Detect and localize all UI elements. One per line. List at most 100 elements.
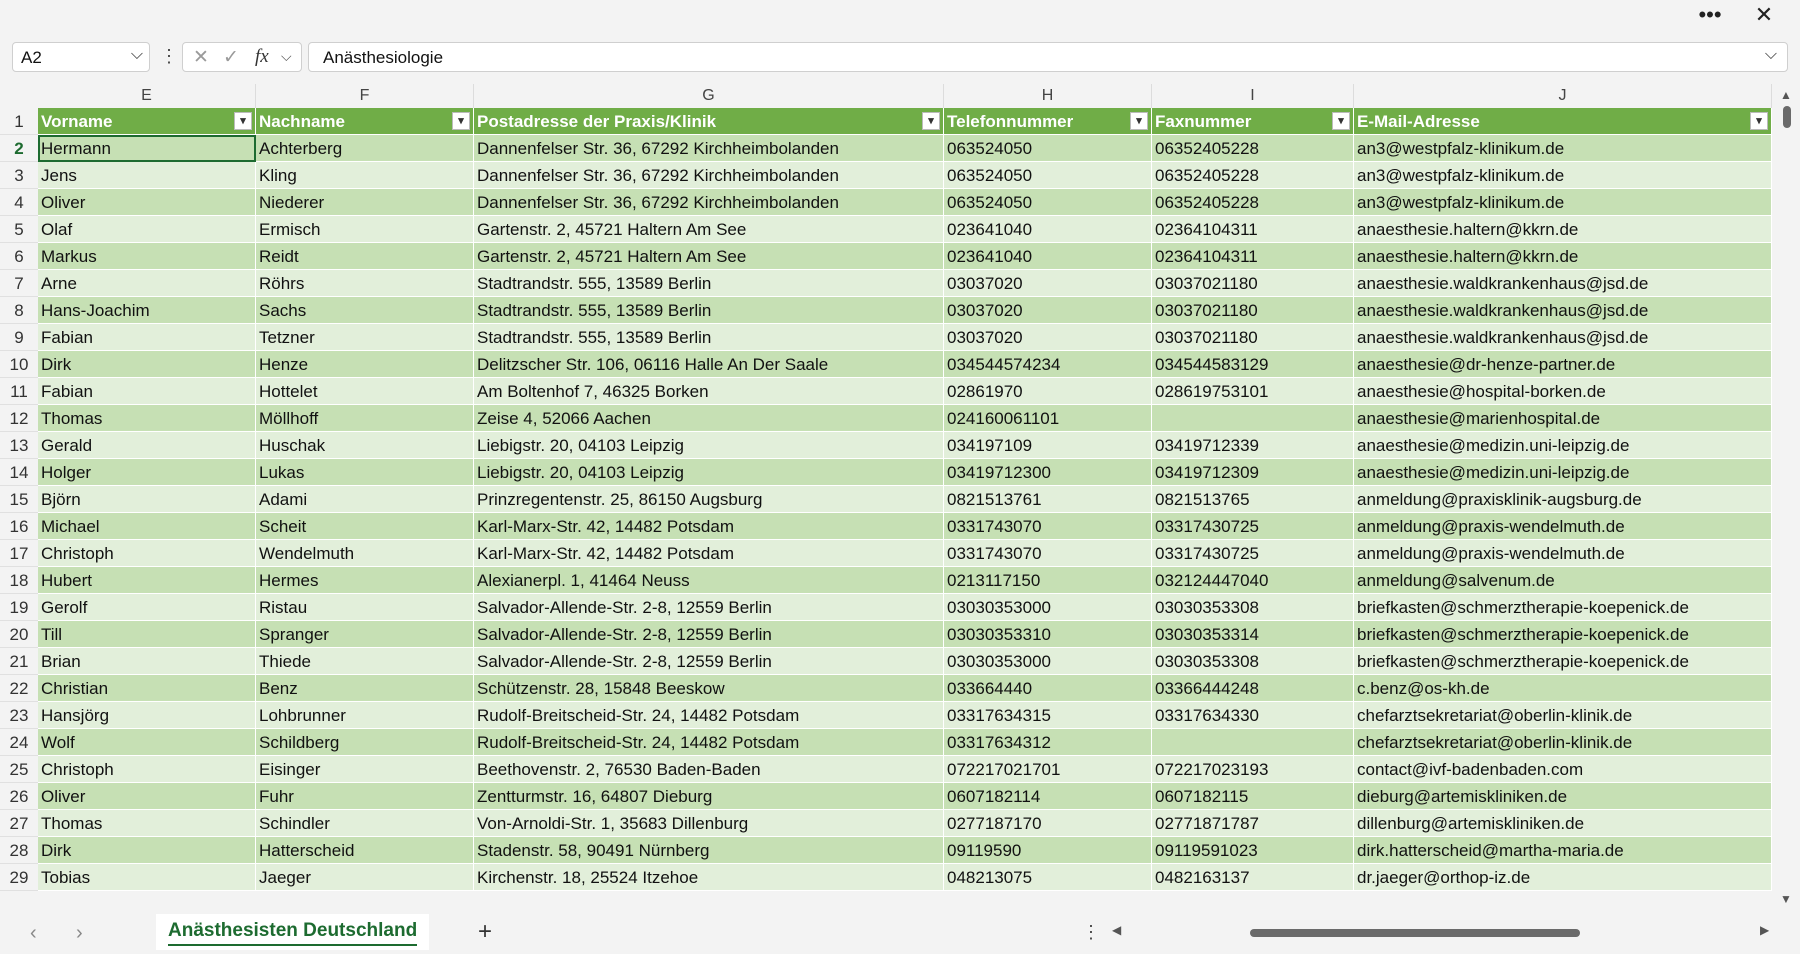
more-options-icon[interactable]: •••	[1694, 2, 1726, 28]
vertical-scroll-thumb[interactable]	[1783, 106, 1791, 128]
table-cell[interactable]: 072217023193	[1152, 756, 1354, 783]
table-cell[interactable]: Hans-Joachim	[38, 297, 256, 324]
vertical-dots-icon[interactable]: ⋮	[1082, 922, 1100, 943]
table-cell[interactable]: Gartenstr. 2, 45721 Haltern Am See	[474, 243, 944, 270]
table-cell[interactable]: Michael	[38, 513, 256, 540]
table-cell[interactable]: Stadtrandstr. 555, 13589 Berlin	[474, 297, 944, 324]
table-cell[interactable]: Thomas	[38, 810, 256, 837]
next-sheet-icon[interactable]: ›	[76, 922, 83, 945]
table-cell[interactable]: Hubert	[38, 567, 256, 594]
scroll-right-icon[interactable]: ▶	[1760, 923, 1769, 937]
row-header[interactable]: 4	[0, 189, 38, 216]
row-header[interactable]: 25	[0, 756, 38, 783]
filter-dropdown-icon[interactable]: ▾	[1130, 112, 1148, 130]
add-sheet-button[interactable]: +	[478, 918, 492, 946]
table-cell[interactable]: Tobias	[38, 864, 256, 891]
table-cell[interactable]: Schildberg	[256, 729, 474, 756]
table-cell[interactable]: dillenburg@artemiskliniken.de	[1354, 810, 1772, 837]
table-cell[interactable]: 0821513761	[944, 486, 1152, 513]
filter-dropdown-icon[interactable]: ▾	[1332, 112, 1350, 130]
table-cell[interactable]: Benz	[256, 675, 474, 702]
table-cell[interactable]: Gerald	[38, 432, 256, 459]
table-cell[interactable]: 03317430725	[1152, 513, 1354, 540]
header-cell[interactable]: Telefonnummer ▾	[944, 108, 1152, 135]
row-header[interactable]: 10	[0, 351, 38, 378]
column-header-i[interactable]: I	[1152, 84, 1354, 108]
table-cell[interactable]: anaesthesie.waldkrankenhaus@jsd.de	[1354, 297, 1772, 324]
table-cell[interactable]: Olaf	[38, 216, 256, 243]
header-cell[interactable]: Faxnummer ▾	[1152, 108, 1354, 135]
row-header[interactable]: 15	[0, 486, 38, 513]
table-cell[interactable]: briefkasten@schmerztherapie-koepenick.de	[1354, 594, 1772, 621]
table-cell[interactable]: Hatterscheid	[256, 837, 474, 864]
table-cell[interactable]: 023641040	[944, 216, 1152, 243]
table-cell[interactable]: Salvador-Allende-Str. 2-8, 12559 Berlin	[474, 621, 944, 648]
table-cell[interactable]: 03419712339	[1152, 432, 1354, 459]
table-cell[interactable]: 034544574234	[944, 351, 1152, 378]
table-cell[interactable]: Jens	[38, 162, 256, 189]
table-cell[interactable]: 03317634315	[944, 702, 1152, 729]
table-cell[interactable]: 03366444248	[1152, 675, 1354, 702]
table-cell[interactable]: Dannenfelser Str. 36, 67292 Kirchheimbol…	[474, 189, 944, 216]
table-cell[interactable]: 03317634312	[944, 729, 1152, 756]
header-cell[interactable]: Vorname ▾	[38, 108, 256, 135]
table-cell[interactable]: 03037021180	[1152, 324, 1354, 351]
table-cell[interactable]: Oliver	[38, 783, 256, 810]
table-cell[interactable]: Prinzregentenstr. 25, 86150 Augsburg	[474, 486, 944, 513]
row-header[interactable]: 11	[0, 378, 38, 405]
table-cell[interactable]: Am Boltenhof 7, 46325 Borken	[474, 378, 944, 405]
table-cell[interactable]	[1152, 729, 1354, 756]
table-cell[interactable]: Brian	[38, 648, 256, 675]
table-cell[interactable]: 0607182115	[1152, 783, 1354, 810]
chevron-down-icon[interactable]: ⌵	[131, 46, 143, 64]
table-cell[interactable]: 023641040	[944, 243, 1152, 270]
table-cell[interactable]: Salvador-Allende-Str. 2-8, 12559 Berlin	[474, 648, 944, 675]
table-cell[interactable]: Zeise 4, 52066 Aachen	[474, 405, 944, 432]
table-cell[interactable]: Thomas	[38, 405, 256, 432]
table-cell[interactable]: Oliver	[38, 189, 256, 216]
table-cell[interactable]: 0607182114	[944, 783, 1152, 810]
row-header[interactable]: 7	[0, 270, 38, 297]
table-cell[interactable]: Gerolf	[38, 594, 256, 621]
table-cell[interactable]: Stadenstr. 58, 90491 Nürnberg	[474, 837, 944, 864]
table-cell[interactable]: dirk.hatterscheid@martha-maria.de	[1354, 837, 1772, 864]
table-cell[interactable]: Fabian	[38, 378, 256, 405]
table-cell[interactable]: anaesthesie.waldkrankenhaus@jsd.de	[1354, 270, 1772, 297]
table-cell[interactable]: 02364104311	[1152, 243, 1354, 270]
row-header[interactable]: 22	[0, 675, 38, 702]
table-cell[interactable]: Schindler	[256, 810, 474, 837]
table-cell[interactable]: Salvador-Allende-Str. 2-8, 12559 Berlin	[474, 594, 944, 621]
table-cell[interactable]: 034544583129	[1152, 351, 1354, 378]
close-icon[interactable]: ✕	[1748, 2, 1780, 28]
table-cell[interactable]: an3@westpfalz-klinikum.de	[1354, 162, 1772, 189]
table-cell[interactable]: Holger	[38, 459, 256, 486]
table-cell[interactable]: Markus	[38, 243, 256, 270]
row-header[interactable]: 20	[0, 621, 38, 648]
table-cell[interactable]: 063524050	[944, 135, 1152, 162]
table-cell[interactable]: Liebigstr. 20, 04103 Leipzig	[474, 432, 944, 459]
row-header[interactable]: 18	[0, 567, 38, 594]
table-cell[interactable]: 03317430725	[1152, 540, 1354, 567]
table-cell[interactable]: Kirchenstr. 18, 25524 Itzehoe	[474, 864, 944, 891]
table-cell[interactable]: 09119590	[944, 837, 1152, 864]
column-header-g[interactable]: G	[474, 84, 944, 108]
table-cell[interactable]: 0821513765	[1152, 486, 1354, 513]
filter-dropdown-icon[interactable]: ▾	[922, 112, 940, 130]
table-cell[interactable]: 02771871787	[1152, 810, 1354, 837]
table-cell[interactable]: Scheit	[256, 513, 474, 540]
table-cell[interactable]: 0213117150	[944, 567, 1152, 594]
table-cell[interactable]: anaesthesie@dr-henze-partner.de	[1354, 351, 1772, 378]
table-cell[interactable]: 03030353000	[944, 594, 1152, 621]
table-cell[interactable]: anmeldung@praxis-wendelmuth.de	[1354, 513, 1772, 540]
table-cell[interactable]: Hermann	[38, 135, 256, 162]
table-cell[interactable]: 072217021701	[944, 756, 1152, 783]
table-cell[interactable]: 02364104311	[1152, 216, 1354, 243]
table-cell[interactable]: anaesthesie@hospital-borken.de	[1354, 378, 1772, 405]
table-cell[interactable]: anmeldung@praxis-wendelmuth.de	[1354, 540, 1772, 567]
table-cell[interactable]: Sachs	[256, 297, 474, 324]
table-cell[interactable]: 03037021180	[1152, 297, 1354, 324]
row-header[interactable]: 29	[0, 864, 38, 891]
table-cell[interactable]: Rudolf-Breitscheid-Str. 24, 14482 Potsda…	[474, 702, 944, 729]
table-cell[interactable]: Wendelmuth	[256, 540, 474, 567]
table-cell[interactable]: Lohbrunner	[256, 702, 474, 729]
